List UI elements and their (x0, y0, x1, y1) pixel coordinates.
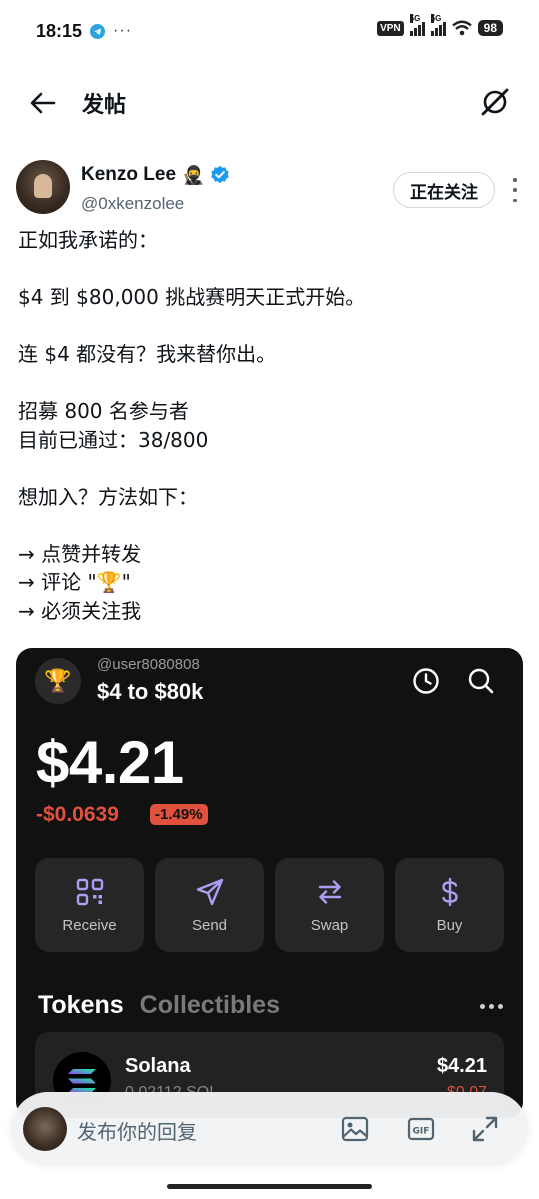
vpn-badge: VPN (377, 20, 404, 36)
wallet-avatar: 🏆 (35, 658, 81, 704)
expand-icon[interactable] (470, 1114, 500, 1144)
telegram-icon (90, 23, 106, 39)
swap-label: Swap (310, 916, 349, 934)
wallet-actions: Receive Send Swap Buy (35, 858, 504, 952)
reply-bar: 发布你的回复 GIF (11, 1092, 528, 1166)
send-action: Send (155, 858, 264, 952)
history-clock-icon (413, 668, 439, 694)
svg-text:GIF: GIF (413, 1127, 430, 1137)
status-indicators: VPN 5G 5G 98 (377, 14, 503, 36)
asset-tabs: Tokens Collectibles (38, 991, 280, 1020)
image-icon[interactable] (340, 1114, 370, 1144)
verified-badge-icon (211, 165, 230, 184)
header: 发帖 (0, 62, 539, 144)
status-bar: 18:15 ··· VPN 5G 5G 98 (0, 0, 539, 62)
author-name-row: Kenzo Lee 🥷 (81, 164, 230, 186)
receive-action: Receive (35, 858, 144, 952)
page-title: 发帖 (82, 92, 127, 117)
wallet-balance: $4.21 (36, 729, 184, 796)
swap-icon (318, 879, 341, 904)
balance-change: -$0.0639 (36, 803, 119, 826)
tab-tokens: Tokens (38, 991, 124, 1019)
send-label: Send (191, 916, 228, 934)
search-icon (468, 668, 494, 694)
token-name: Solana (125, 1055, 191, 1077)
post-author: Kenzo Lee 🥷 @0xkenzolee 正在关注 (16, 160, 523, 220)
token-value: $4.21 (436, 1055, 487, 1077)
following-button[interactable]: 正在关注 (393, 172, 495, 208)
more-dots-icon (480, 1004, 503, 1009)
reply-user-avatar (23, 1107, 67, 1151)
battery-indicator: 98 (477, 20, 503, 36)
home-indicator (167, 1184, 372, 1189)
tab-collectibles: Collectibles (139, 991, 280, 1019)
buy-action: Buy (395, 858, 504, 952)
dollar-icon (441, 877, 458, 906)
send-icon (196, 878, 223, 905)
status-time: 18:15 (36, 20, 83, 41)
swap-action: Swap (275, 858, 384, 952)
wallet-username: @user8080808 (97, 656, 200, 673)
more-notifications-icon: ··· (113, 22, 133, 39)
buy-label: Buy (436, 916, 463, 934)
post-media-wallet-screenshot[interactable]: 🏆 @user8080808 $4 to $80k $4.21 -$0.0639… (16, 648, 523, 1118)
wallet-name: $4 to $80k (97, 679, 204, 704)
author-handle[interactable]: @0xkenzolee (81, 194, 184, 214)
more-options-icon[interactable] (511, 178, 519, 202)
arrow-left-icon (30, 92, 56, 114)
grok-icon (481, 88, 509, 116)
reply-input[interactable]: 发布你的回复 (77, 1116, 197, 1145)
ninja-emoji: 🥷 (182, 164, 205, 185)
signal-icon: 5G (430, 14, 446, 36)
signal-icon: 5G (409, 14, 425, 36)
back-button[interactable] (28, 88, 58, 118)
grok-button[interactable] (479, 86, 511, 118)
author-avatar[interactable] (16, 160, 70, 214)
post-text: 正如我承诺的： $4 到 $80,000 挑战赛明天正式开始。 连 $4 都没有… (18, 228, 366, 623)
trophy-emoji: 🏆 (44, 668, 72, 693)
receive-label: Receive (62, 916, 117, 934)
gif-icon[interactable]: GIF (406, 1114, 436, 1144)
wifi-icon (451, 20, 472, 36)
qr-code-icon (76, 878, 103, 905)
balance-change-percent: -1.49% (150, 804, 208, 825)
author-name[interactable]: Kenzo Lee (81, 164, 176, 186)
